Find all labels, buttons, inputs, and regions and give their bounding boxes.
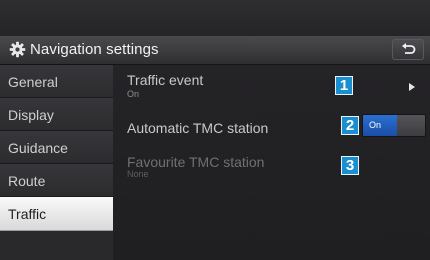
settings-content: Traffic event On 1 Automatic TMC station… — [113, 65, 430, 260]
sidebar-item-label: Guidance — [8, 140, 68, 156]
favourite-tmc-station-value: None — [127, 169, 149, 179]
sidebar-item-label: Traffic — [8, 206, 47, 222]
callout-badge-3: 3 — [341, 156, 359, 175]
header-bar: Navigation settings — [0, 36, 430, 65]
back-button[interactable] — [392, 39, 424, 60]
sidebar-item-traffic[interactable]: Traffic — [0, 197, 113, 231]
sidebar-item-label: Display — [8, 107, 54, 123]
traffic-event-value: On — [127, 89, 140, 99]
sidebar-item-guidance[interactable]: Guidance — [0, 131, 113, 164]
chevron-right-icon[interactable] — [409, 83, 415, 91]
gear-icon — [9, 41, 26, 58]
traffic-event-row[interactable]: Traffic event On 1 — [113, 65, 430, 105]
traffic-event-label: Traffic event — [127, 72, 204, 88]
callout-badge-1: 1 — [335, 76, 353, 95]
status-strip — [0, 0, 430, 36]
automatic-tmc-station-label: Automatic TMC station — [127, 120, 269, 136]
sidebar-empty-area — [0, 231, 113, 260]
callout-badge-2: 2 — [341, 116, 359, 135]
back-arrow-icon — [402, 43, 416, 54]
favourite-tmc-station-row: Favourite TMC station None 3 — [113, 145, 430, 185]
toggle-on-label: On — [369, 120, 382, 130]
sidebar-item-display[interactable]: Display — [0, 98, 113, 131]
automatic-tmc-toggle[interactable]: On — [362, 114, 426, 137]
settings-sidebar: General Display Guidance Route Traffic — [0, 65, 113, 260]
sidebar-item-label: Route — [8, 173, 46, 189]
toggle-on-segment: On — [363, 115, 397, 136]
favourite-tmc-station-label: Favourite TMC station — [127, 154, 265, 170]
page-title: Navigation settings — [30, 41, 159, 58]
sidebar-item-route[interactable]: Route — [0, 164, 113, 197]
navigation-settings-screen: Navigation settings General Display Guid… — [0, 0, 430, 260]
sidebar-item-general[interactable]: General — [0, 65, 113, 98]
sidebar-item-label: General — [8, 74, 58, 90]
